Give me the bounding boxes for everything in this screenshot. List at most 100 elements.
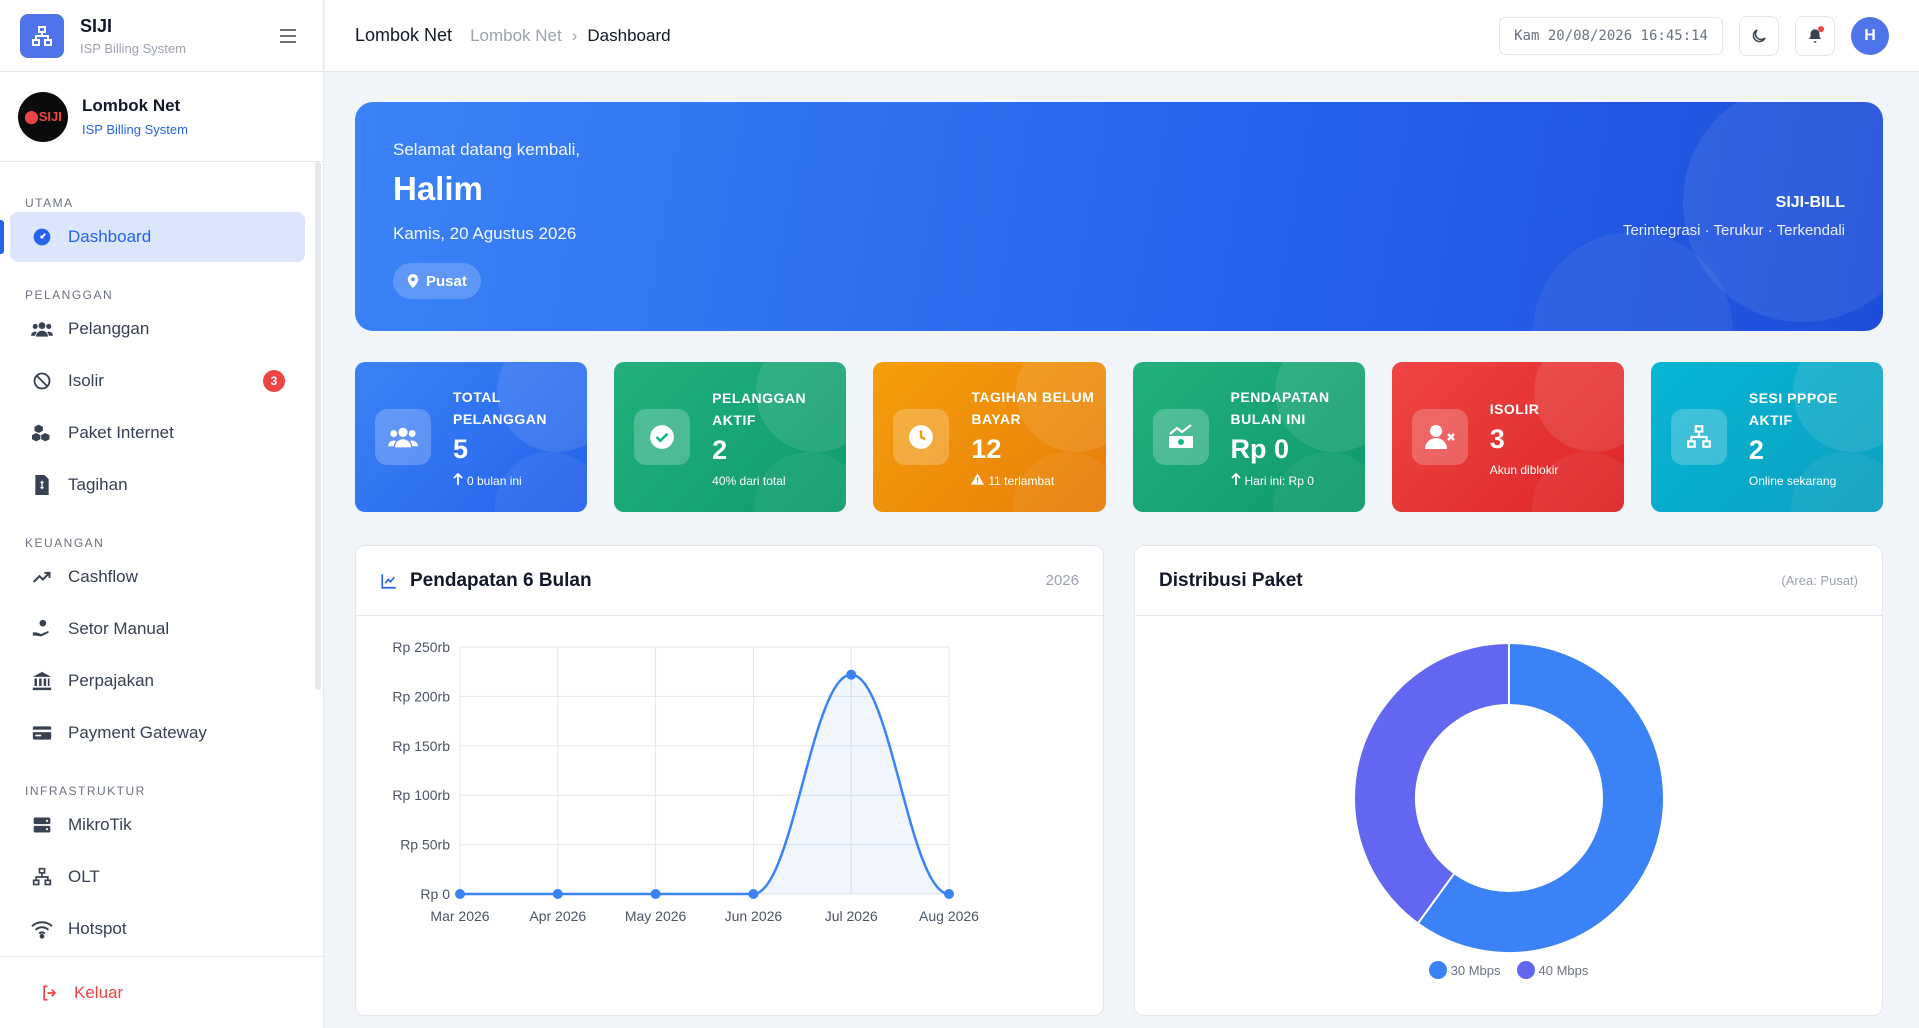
package-chart-title: Distribusi Paket — [1159, 569, 1303, 591]
legend-item[interactable]: 40 Mbps — [1516, 961, 1588, 979]
org-name: Lombok Net — [82, 96, 181, 115]
sidebar-item-hotspot[interactable]: Hotspot — [10, 904, 305, 954]
dashboard-icon — [30, 225, 54, 249]
y-tick-label: Rp 150rb — [392, 738, 450, 754]
theme-toggle-button[interactable] — [1739, 15, 1779, 56]
sidebar-item-pelanggan[interactable]: Pelanggan — [10, 304, 305, 354]
stat-card-pendapatan-bulan-ini[interactable]: Pendapatan Bulan Ini Rp 0 Hari ini: Rp 0 — [1132, 362, 1365, 512]
warning-icon — [971, 473, 985, 488]
chevron-right-icon: › — [571, 25, 578, 45]
stat-value: 5 — [453, 434, 469, 464]
legend-label: 30 Mbps — [1450, 962, 1501, 978]
welcome-date: Kamis, 20 Agustus 2026 — [393, 224, 577, 243]
sidebar-item-perpajakan[interactable]: Perpajakan — [10, 656, 305, 706]
legend-swatch — [1516, 961, 1535, 979]
brand-header: SIJI ISP Billing System — [0, 0, 323, 72]
y-tick-label: Rp 0 — [420, 886, 450, 902]
map-pin-icon — [407, 274, 419, 288]
sidebar-item-payment-gateway[interactable]: Payment Gateway — [10, 708, 305, 758]
sidebar-nav: UTAMA Dashboard PELANGGAN Pelanggan Isolir 3 P… — [0, 162, 315, 956]
location-label: Pusat — [426, 272, 467, 290]
data-point — [846, 669, 857, 680]
x-tick-label: Jun 2026 — [725, 908, 783, 924]
stat-card-pelanggan-aktif[interactable]: Pelanggan Aktif 2 40% dari total — [614, 362, 847, 512]
revenue-line-chart: Rp 0 Rp 50rb Rp 100rb Rp 150rb Rp 200rb Rp 25… — [392, 639, 979, 924]
stat-card-sesi-pppoe-aktif[interactable]: Sesi PPPoE Aktif 2 Online sekarang — [1650, 362, 1884, 512]
hero-tagline: Terintegrasi · Terukur · Terkendali — [1622, 222, 1845, 239]
moon-icon — [1752, 28, 1766, 42]
data-point — [748, 889, 759, 899]
sidebar-item-dashboard[interactable]: Dashboard — [0, 212, 305, 262]
sidebar-item-mikrotik[interactable]: MikroTik — [10, 800, 305, 850]
revenue-chart-card: Pendapatan 6 Bulan 2026 Rp 0 Rp 50rb Rp 10… — [355, 545, 1104, 1016]
stat-label: Tagihan Belum Bayar — [971, 389, 1095, 427]
x-tick-label: Jul 2026 — [825, 908, 878, 924]
stat-label: Pelanggan Aktif — [712, 389, 807, 428]
stat-value: 2 — [712, 434, 728, 465]
nav-section-label: INFRASTRUKTUR — [25, 784, 146, 798]
trend-icon — [30, 565, 54, 589]
org-logo: ⬤ SIJI — [18, 91, 68, 142]
sidebar-item-olt[interactable]: OLT — [10, 852, 305, 902]
stat-subtext: 11 terlambat — [971, 473, 1105, 488]
menu-toggle-icon[interactable] — [273, 21, 303, 51]
location-pill[interactable]: Pusat — [393, 263, 481, 299]
stat-label: Pendapatan Bulan Ini — [1230, 389, 1330, 427]
stat-subtext-label: 0 bulan ini — [467, 473, 522, 488]
y-tick-label: Rp 250rb — [392, 639, 450, 655]
user-avatar[interactable]: H — [1851, 16, 1889, 55]
sidebar: SIJI ISP Billing System ⬤ SIJI Lombok Net… — [0, 0, 324, 1028]
sidebar-item-label: Paket Internet — [68, 423, 174, 442]
stat-card-total-pelanggan[interactable]: Total Pelanggan 5 0 bulan ini — [355, 362, 588, 512]
logout-icon — [40, 983, 60, 1003]
stat-card-isolir[interactable]: Isolir 3 Akun diblokir — [1391, 362, 1624, 512]
clock-display: Kam 20/08/2026 16:45:14 — [1499, 16, 1723, 55]
ban-icon — [30, 369, 54, 393]
revenue-chart-year: 2026 — [1045, 572, 1079, 589]
stat-subtext-label: 11 terlambat — [988, 473, 1055, 488]
logout-label: Keluar — [74, 982, 124, 1002]
sidebar-item-label: Hotspot — [68, 919, 127, 938]
sidebar-item-label: OLT — [68, 867, 100, 886]
stat-subtext-label: Akun diblokir — [1489, 462, 1559, 477]
sidebar-item-tagihan[interactable]: Tagihan — [10, 460, 305, 510]
revenue-chart-title: Pendapatan 6 Bulan — [410, 569, 592, 591]
legend-item[interactable]: 30 Mbps — [1428, 961, 1501, 979]
stat-value: 2 — [1748, 434, 1764, 465]
sidebar-item-label: Payment Gateway — [68, 723, 207, 742]
data-point — [944, 889, 954, 899]
cubes-icon — [30, 421, 54, 445]
network-icon — [1670, 409, 1727, 465]
donut-slice[interactable] — [1353, 641, 1510, 925]
notifications-button[interactable] — [1795, 15, 1835, 56]
users-icon — [30, 317, 54, 341]
breadcrumb-parent[interactable]: Lombok Net — [470, 26, 562, 46]
sidebar-item-label: Isolir — [68, 371, 104, 390]
data-point — [552, 889, 563, 899]
sidebar-item-label: Cashflow — [68, 567, 138, 586]
sidebar-item-paket-internet[interactable]: Paket Internet — [10, 408, 305, 458]
network-icon — [30, 865, 54, 889]
users-icon — [375, 409, 431, 465]
sidebar-item-setor-manual[interactable]: Setor Manual — [10, 604, 305, 654]
stat-card-tagihan-belum-bayar[interactable]: Tagihan Belum Bayar 12 11 terlambat — [873, 362, 1106, 512]
sidebar-item-label: MikroTik — [68, 815, 132, 834]
chart-legend: 30 Mbps 40 Mbps — [1135, 961, 1882, 979]
package-chart-area: (Area: Pusat) — [1781, 573, 1858, 588]
count-badge: 3 — [263, 370, 285, 392]
logout-button[interactable]: Keluar — [0, 956, 323, 1028]
stat-label: Isolir — [1489, 400, 1540, 417]
sidebar-item-isolir[interactable]: Isolir 3 — [10, 356, 305, 406]
brand-subtitle: ISP Billing System — [80, 40, 186, 56]
sidebar-scrollbar[interactable] — [315, 162, 321, 690]
sidebar-item-cashflow[interactable]: Cashflow — [10, 552, 305, 602]
x-tick-label: Aug 2026 — [919, 908, 979, 924]
invoice-icon — [30, 473, 54, 497]
stats-row: Total Pelanggan 5 0 bulan ini Pelanggan … — [355, 362, 1884, 512]
wifi-icon — [30, 917, 54, 941]
notification-dot — [1818, 25, 1824, 32]
welcome-name: Halim — [393, 170, 483, 207]
breadcrumb: Lombok Net › Dashboard — [470, 26, 671, 46]
chart-line-icon — [381, 573, 396, 589]
y-tick-label: Rp 100rb — [392, 787, 450, 803]
